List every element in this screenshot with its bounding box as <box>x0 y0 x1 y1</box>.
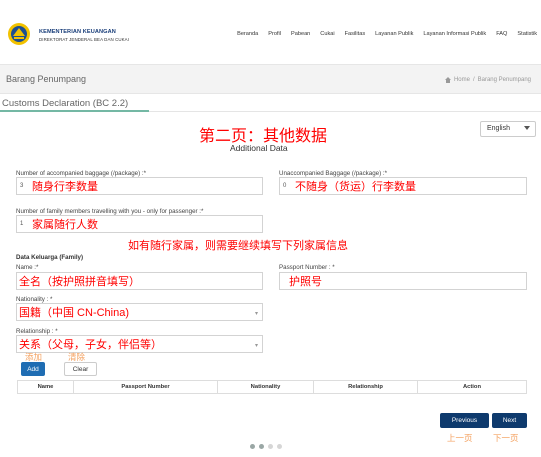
step-dot <box>268 444 273 449</box>
main-nav: Beranda Profil Pabean Cukai Fasilitas La… <box>237 31 537 37</box>
col-nationality: Nationality <box>218 381 314 393</box>
family-table-header: Name Passport Number Nationality Relatio… <box>17 380 527 394</box>
annotation-name: 全名（按护照拼音填写） <box>19 276 140 288</box>
org-name: KEMENTERIAN KEUANGAN <box>39 29 116 35</box>
accompanied-baggage-label: Number of accompanied baggage (/package)… <box>16 170 147 177</box>
breadcrumb-separator: / <box>472 77 475 83</box>
col-name: Name <box>18 381 74 393</box>
chevron-down-icon <box>524 126 530 130</box>
col-passport-number: Passport Number <box>74 381 218 393</box>
clear-button[interactable]: Clear <box>64 362 97 376</box>
col-relationship: Relationship <box>314 381 418 393</box>
relationship-label: Relationship : * <box>16 328 58 335</box>
nationality-label: Nationality : * <box>16 296 53 303</box>
step-dot <box>250 444 255 449</box>
language-selected: English <box>487 125 510 132</box>
family-count-label: Number of family members travelling with… <box>16 208 204 215</box>
annotation-unaccompanied: 不随身（货运）行李数量 <box>295 181 416 193</box>
chevron-down-icon: ▾ <box>254 311 258 317</box>
breadcrumb: Home / Barang Penumpang <box>444 77 531 83</box>
section-title: Customs Declaration (BC 2.2) <box>2 98 129 109</box>
annotation-family-count: 家属随行人数 <box>32 219 98 231</box>
annotation-passport: 护照号 <box>289 276 322 288</box>
nav-beranda[interactable]: Beranda <box>237 31 258 37</box>
chevron-down-icon: ▾ <box>254 343 258 349</box>
org-subname: DIREKTORAT JENDERAL BEA DAN CUKAI <box>39 37 129 42</box>
nav-fasilitas[interactable]: Fasilitas <box>345 31 366 37</box>
step-dot <box>277 444 282 449</box>
previous-button[interactable]: Previous <box>440 413 489 428</box>
ministry-logo[interactable] <box>4 22 34 46</box>
page-title: Barang Penumpang <box>6 74 87 84</box>
step-dot <box>259 444 264 449</box>
annotation-prev: 上一页 <box>447 433 473 443</box>
nav-layanan-informasi[interactable]: Layanan Informasi Publik <box>423 31 486 37</box>
nav-cukai[interactable]: Cukai <box>320 31 334 37</box>
annotation-family-note: 如有随行家属，则需要继续填写下列家属信息 <box>128 240 348 252</box>
annotation-relationship: 关系（父母，子女，伴侣等） <box>19 339 162 351</box>
nav-profil[interactable]: Profil <box>268 31 281 37</box>
breadcrumb-home[interactable]: Home <box>454 77 470 83</box>
family-section-title: Data Keluarga (Family) <box>16 254 84 261</box>
breadcrumb-current: Barang Penumpang <box>477 77 531 83</box>
home-icon <box>444 77 451 83</box>
nav-pabean[interactable]: Pabean <box>291 31 310 37</box>
family-count-value: 1 <box>20 221 24 227</box>
add-button[interactable]: Add <box>21 362 45 376</box>
annotation-next: 下一页 <box>493 433 519 443</box>
step-indicator <box>250 444 282 449</box>
unaccompanied-baggage-value: 0 <box>283 183 287 189</box>
accompanied-baggage-value: 3 <box>20 183 24 189</box>
language-select[interactable]: English <box>480 121 536 137</box>
next-button[interactable]: Next <box>492 413 527 428</box>
unaccompanied-baggage-label: Unaccompanied Baggage (/package) :* <box>279 170 388 177</box>
nav-faq[interactable]: FAQ <box>496 31 507 37</box>
annotation-accompanied: 随身行李数量 <box>32 181 98 193</box>
section-underline <box>0 110 149 112</box>
nav-layanan-publik[interactable]: Layanan Publik <box>375 31 413 37</box>
form-subtitle: Additional Data <box>230 143 288 153</box>
col-action: Action <box>462 384 482 390</box>
annotation-nationality: 国籍（中国 CN-China) <box>19 307 130 319</box>
name-label: Name :* <box>16 264 39 271</box>
passport-label: Passport Number : * <box>279 264 335 271</box>
nav-statistik[interactable]: Statistik <box>517 31 537 37</box>
